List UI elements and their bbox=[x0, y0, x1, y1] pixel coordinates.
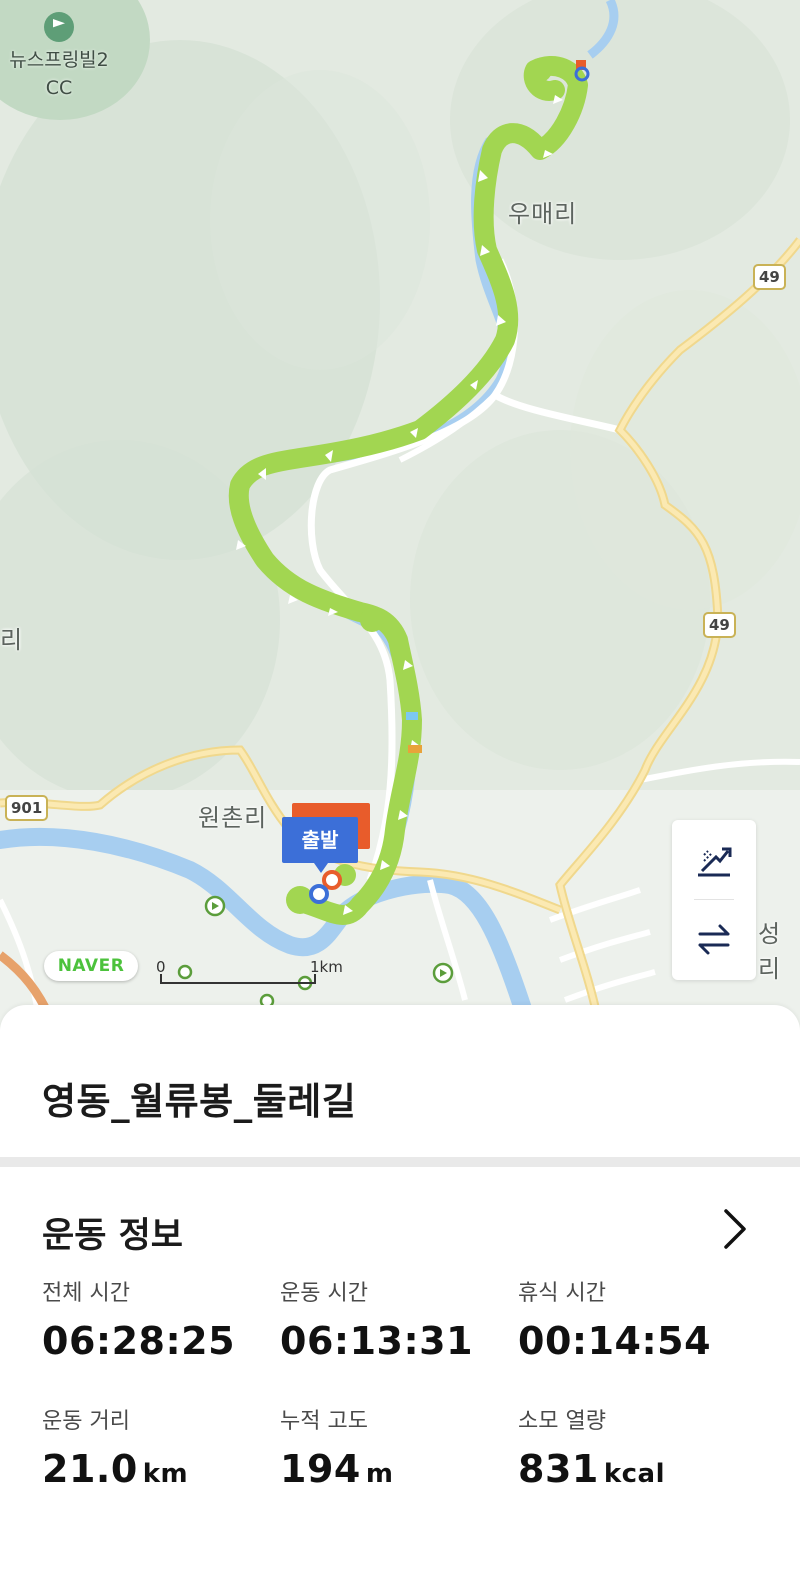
stat-label: 휴식 시간 bbox=[518, 1281, 606, 1306]
elevation-profile-icon bbox=[698, 847, 732, 877]
place-label-umae: 우매리 bbox=[508, 200, 578, 228]
stat-unit: km bbox=[142, 1459, 189, 1489]
stat-value: 00:14:54 bbox=[518, 1319, 712, 1363]
swap-direction-button[interactable] bbox=[672, 900, 756, 978]
route-map[interactable]: 뉴스프링빌2 CC 우매리 원촌리 리 성리 49 49 901 출발 NAVE… bbox=[0, 0, 800, 1030]
stat-rest-time: 휴식 시간 00:14:54 bbox=[518, 1279, 748, 1363]
swap-arrows-icon bbox=[698, 924, 730, 955]
place-label-edge-right: 성리 bbox=[758, 920, 782, 983]
stat-unit: m bbox=[365, 1459, 394, 1489]
elevation-profile-button[interactable] bbox=[672, 822, 756, 900]
course-info-sheet: 영동_월류봉_둘레길 운동 정보 전체 시간 06:28:25 운동 시간 06… bbox=[0, 1005, 800, 1576]
exercise-info-heading: 운동 정보 bbox=[42, 1216, 183, 1256]
map-controls bbox=[672, 820, 756, 980]
naver-logo: NAVER bbox=[44, 951, 138, 981]
stat-value: 21.0 bbox=[42, 1447, 138, 1491]
section-divider bbox=[0, 1157, 800, 1167]
stat-label: 전체 시간 bbox=[42, 1281, 130, 1306]
map-scale-bar: 0 1km bbox=[156, 958, 343, 988]
stat-value: 06:28:25 bbox=[42, 1319, 236, 1363]
stat-calories: 소모 열량 831 kcal bbox=[518, 1407, 748, 1491]
chevron-right-icon bbox=[724, 1209, 746, 1249]
stat-total-time: 전체 시간 06:28:25 bbox=[42, 1279, 272, 1363]
road-badge-49: 49 bbox=[703, 612, 736, 638]
golf-course-suffix: CC bbox=[45, 77, 73, 99]
stat-distance: 운동 거리 21.0 km bbox=[42, 1407, 272, 1491]
stat-value: 831 bbox=[518, 1447, 599, 1491]
stat-elevation-gain: 누적 고도 194 m bbox=[280, 1407, 510, 1491]
stat-value: 194 bbox=[280, 1447, 361, 1491]
stat-label: 운동 시간 bbox=[280, 1281, 368, 1306]
golf-course-label: 뉴스프링빌2 CC bbox=[4, 12, 114, 102]
stat-value: 06:13:31 bbox=[280, 1319, 474, 1363]
golf-course-name: 뉴스프링빌2 bbox=[9, 49, 109, 71]
place-label-edge-left: 리 bbox=[0, 626, 24, 654]
stat-label: 누적 고도 bbox=[280, 1409, 368, 1434]
golf-flag-icon bbox=[44, 12, 74, 42]
stat-exercise-time: 운동 시간 06:13:31 bbox=[280, 1279, 510, 1363]
stat-unit: kcal bbox=[603, 1459, 665, 1489]
place-label-wonchon: 원촌리 bbox=[198, 804, 268, 832]
stat-label: 운동 거리 bbox=[42, 1409, 130, 1434]
stat-label: 소모 열량 bbox=[518, 1409, 606, 1434]
start-marker-tag: 출발 bbox=[282, 817, 358, 873]
road-badge-901: 901 bbox=[5, 795, 49, 821]
road-badge-49: 49 bbox=[753, 264, 786, 290]
exercise-info-detail-button[interactable] bbox=[712, 1205, 756, 1253]
course-title: 영동_월류봉_둘레길 bbox=[42, 1080, 357, 1123]
